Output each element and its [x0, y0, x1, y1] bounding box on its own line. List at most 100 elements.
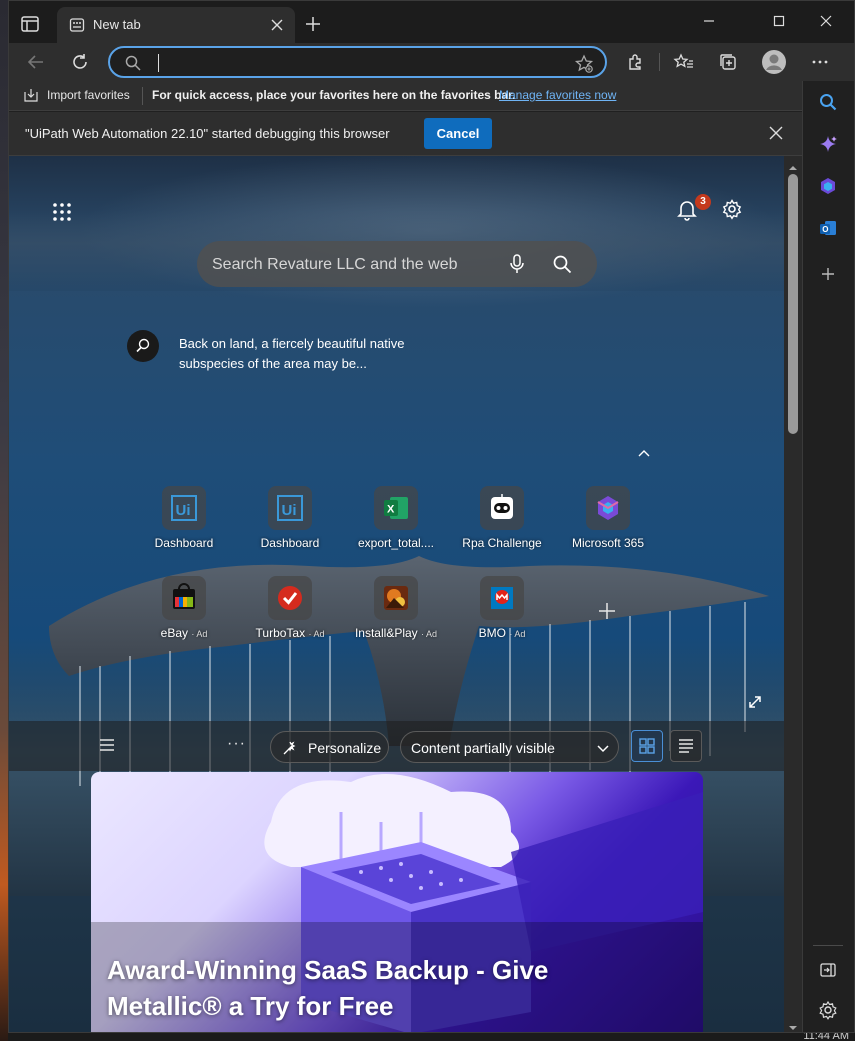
cancel-debugging-button[interactable]: Cancel	[424, 118, 492, 149]
address-bar[interactable]	[108, 46, 607, 78]
extensions-puzzle-icon[interactable]	[624, 51, 646, 73]
refresh-icon[interactable]	[69, 51, 91, 73]
collections-icon[interactable]	[717, 51, 739, 73]
outlook-icon[interactable]: O	[817, 217, 839, 239]
text-cursor	[158, 54, 159, 72]
scroll-up-arrow-icon[interactable]	[788, 160, 798, 170]
content-visibility-value: Content partially visible	[411, 740, 555, 756]
page-settings-gear-icon[interactable]	[721, 198, 743, 220]
hide-sidebar-icon[interactable]	[817, 959, 839, 981]
personalize-button[interactable]: Personalize	[270, 731, 389, 763]
ad-marker: · Ad	[191, 629, 208, 639]
hamburger-menu-icon[interactable]	[99, 738, 115, 752]
feed-toolbar: ··· Personalize Content partially visibl…	[9, 721, 784, 771]
quick-link-tile-ad[interactable]: BMO · Ad	[447, 576, 557, 652]
search-placeholder: Search Revature LLC and the web	[212, 256, 458, 273]
quick-link-label: BMO · Ad	[478, 626, 526, 640]
search-submit-icon[interactable]	[551, 253, 573, 275]
collapse-chevron-up-icon[interactable]	[637, 446, 651, 460]
app-launcher-icon[interactable]	[51, 201, 73, 223]
game-icon	[374, 576, 418, 620]
favbar-separator	[142, 87, 143, 105]
microphone-icon[interactable]	[507, 253, 527, 275]
sidebar-settings-icon[interactable]	[817, 999, 839, 1021]
image-info-search-icon[interactable]	[127, 330, 159, 362]
new-tab-page: 3 Search Revature LLC and the web Back o…	[9, 156, 784, 1032]
svg-text:O: O	[822, 225, 828, 234]
quick-link-label: eBay · Ad	[160, 626, 208, 640]
sidebar-m365-icon[interactable]	[817, 175, 839, 197]
quick-link-tile-ad[interactable]: Install&Play · Ad	[341, 576, 451, 652]
m365-icon	[586, 486, 630, 530]
browser-window: New tab Import favorites For quick acces…	[8, 0, 855, 1033]
favorites-icon[interactable]	[673, 51, 695, 73]
quick-link-label: Dashboard	[260, 536, 320, 550]
personalize-label: Personalize	[308, 740, 382, 756]
new-tab-plus-icon[interactable]	[304, 15, 322, 33]
quick-link-tile[interactable]: Ui Dashboard	[129, 486, 239, 562]
quick-link-tile[interactable]: Microsoft 365	[553, 486, 663, 562]
scrollbar-thumb[interactable]	[788, 174, 798, 434]
close-window-icon[interactable]	[814, 11, 838, 31]
add-sidebar-app-icon[interactable]	[817, 263, 839, 285]
debugging-infobar: "UiPath Web Automation 22.10" started de…	[9, 112, 802, 156]
page-scrollbar[interactable]	[784, 156, 802, 1032]
ad-marker: · Ad	[308, 629, 325, 639]
turbotax-icon	[268, 576, 312, 620]
quick-link-label: Install&Play · Ad	[354, 626, 438, 640]
quick-link-label: Dashboard	[154, 536, 214, 550]
desktop-background	[0, 0, 8, 1041]
search-icon	[124, 54, 142, 72]
ebay-icon	[162, 576, 206, 620]
sidebar-search-icon[interactable]	[817, 91, 839, 113]
quick-link-tile[interactable]: X export_total....	[341, 486, 451, 562]
excel-icon: X	[374, 486, 418, 530]
minimize-icon[interactable]	[697, 11, 721, 31]
maximize-icon[interactable]	[767, 11, 791, 31]
import-favorites-link[interactable]: Import favorites	[47, 88, 130, 102]
quick-link-tile[interactable]: Ui Dashboard	[235, 486, 345, 562]
favorites-bar-message: For quick access, place your favorites h…	[152, 88, 516, 102]
quick-link-tile-ad[interactable]: eBay · Ad	[129, 576, 239, 652]
card-title[interactable]: Award-Winning SaaS Backup - Give Metalli…	[107, 952, 647, 1024]
chevron-down-icon	[596, 742, 610, 754]
toolbar-separator	[659, 53, 660, 71]
add-favorite-star-icon[interactable]	[574, 54, 594, 74]
tab-new-tab[interactable]: New tab	[57, 7, 295, 43]
content-visibility-select[interactable]: Content partially visible	[400, 731, 619, 763]
scroll-down-arrow-icon[interactable]	[788, 1020, 798, 1030]
more-options-icon[interactable]: ···	[227, 735, 246, 753]
edge-sidebar: O	[802, 81, 854, 1032]
more-menu-icon[interactable]	[809, 51, 831, 73]
quick-link-label: export_total....	[357, 536, 435, 550]
image-fact-text[interactable]: Back on land, a fiercely beautiful nativ…	[179, 334, 459, 374]
tab-close-icon[interactable]	[269, 17, 285, 33]
uipath-icon: Ui	[162, 486, 206, 530]
quick-link-tile[interactable]: Rpa Challenge	[447, 486, 557, 562]
profile-avatar[interactable]	[761, 49, 787, 75]
svg-text:X: X	[387, 504, 395, 516]
tab-actions-icon[interactable]	[19, 13, 41, 35]
robot-icon	[480, 486, 524, 530]
feed-hero-card[interactable]: Award-Winning SaaS Backup - Give Metalli…	[91, 772, 703, 1032]
add-site-plus-icon[interactable]	[597, 601, 617, 621]
copilot-sparkle-icon[interactable]	[817, 133, 839, 155]
grid-layout-icon[interactable]	[631, 730, 663, 762]
personalize-icon	[281, 739, 299, 757]
infobar-close-icon[interactable]	[768, 125, 784, 141]
uipath-icon: Ui	[268, 486, 312, 530]
ad-marker: · Ad	[509, 629, 526, 639]
quick-link-label: Rpa Challenge	[462, 536, 542, 550]
quick-link-tile-ad[interactable]: TurboTax · Ad	[235, 576, 345, 652]
manage-favorites-link[interactable]: Manage favorites now	[499, 88, 616, 102]
quick-link-label: TurboTax · Ad	[255, 626, 325, 640]
back-arrow-icon[interactable]	[25, 51, 47, 73]
svg-text:Ui: Ui	[282, 502, 297, 519]
quick-link-label: Microsoft 365	[571, 536, 645, 550]
list-layout-icon[interactable]	[670, 730, 702, 762]
navigation-toolbar	[9, 43, 854, 81]
expand-background-icon[interactable]	[747, 694, 763, 710]
tab-title: New tab	[93, 17, 141, 32]
web-search-box[interactable]: Search Revature LLC and the web	[197, 241, 597, 287]
svg-text:Ui: Ui	[176, 502, 191, 519]
